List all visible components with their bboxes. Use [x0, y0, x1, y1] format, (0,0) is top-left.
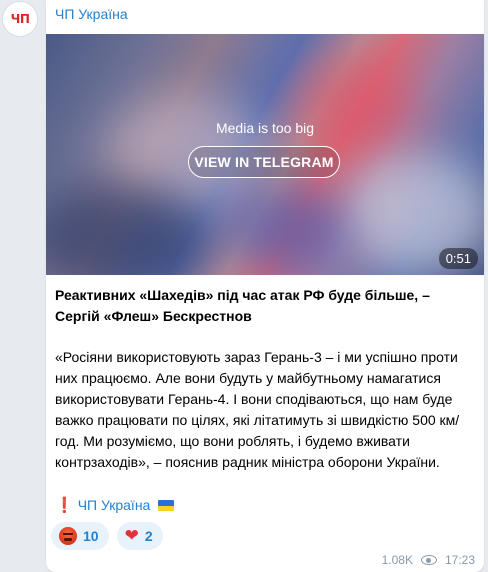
- reactions-bar: 10 ❤ 2: [51, 522, 163, 550]
- view-count: 1.08K: [381, 553, 413, 567]
- video-preview[interactable]: Media is too big VIEW IN TELEGRAM 0:51: [46, 34, 484, 275]
- view-in-telegram-button[interactable]: VIEW IN TELEGRAM: [188, 146, 340, 178]
- channel-name-link[interactable]: ЧП Україна: [55, 6, 128, 22]
- reaction-count: 10: [83, 528, 99, 544]
- eye-icon: [420, 555, 437, 565]
- avatar-label: ЧП: [10, 12, 30, 26]
- post-headline: Реактивних «Шахедів» під час атак РФ буд…: [55, 287, 430, 324]
- post-signature: ❗ ЧП Україна: [55, 495, 175, 516]
- exclamation-icon: ❗: [55, 497, 74, 514]
- media-too-big-notice: Media is too big: [215, 120, 315, 136]
- angry-face-icon: [59, 527, 77, 545]
- message-bubble: ЧП Україна Media is too big VIEW IN TELE…: [46, 0, 484, 572]
- signature-link[interactable]: ЧП Україна: [78, 495, 151, 516]
- channel-avatar[interactable]: ЧП: [2, 1, 38, 37]
- heart-icon: ❤: [124, 525, 139, 546]
- post-body: «Росіяни використовують зараз Герань-3 –…: [55, 349, 460, 470]
- blur-decoration: [226, 184, 346, 274]
- reaction-angry-button[interactable]: 10: [51, 522, 109, 550]
- reaction-heart-button[interactable]: ❤ 2: [116, 522, 163, 550]
- message-time: 17:23: [444, 553, 475, 567]
- reaction-count: 2: [144, 528, 153, 544]
- message-meta: 1.08K 17:23: [382, 553, 475, 567]
- video-duration-badge: 0:51: [438, 248, 478, 269]
- ukraine-flag-icon: [158, 500, 175, 511]
